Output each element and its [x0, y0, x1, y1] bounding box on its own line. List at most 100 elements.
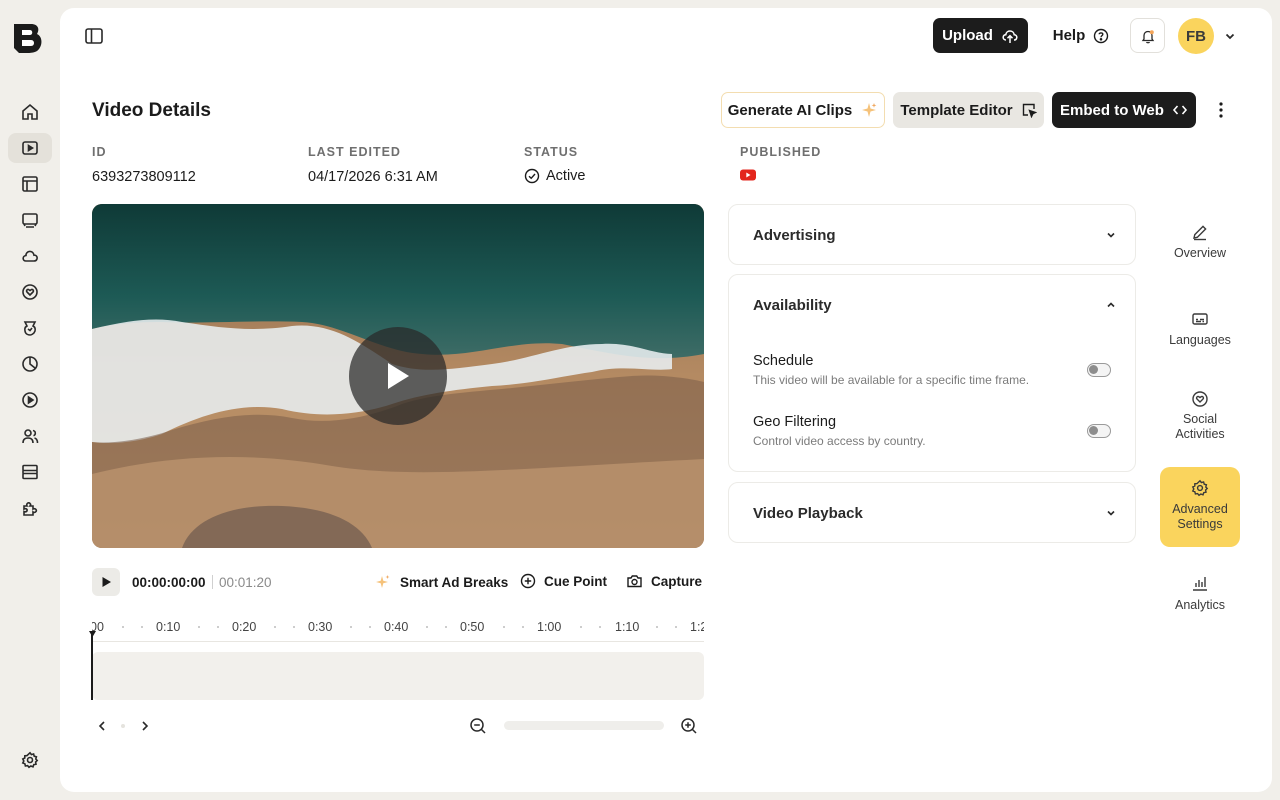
users-icon[interactable] [8, 421, 52, 451]
play-icon [388, 363, 409, 389]
capture-button[interactable]: Capture [626, 573, 702, 589]
upload-button-label: Upload [942, 27, 993, 44]
subtitles-icon [1191, 310, 1209, 328]
page-title: Video Details [92, 100, 211, 121]
timeline-baseline [92, 641, 704, 642]
puzzle-icon[interactable] [8, 493, 52, 523]
more-options-icon[interactable] [1212, 100, 1230, 120]
tab-advanced-label-line2: Settings [1177, 517, 1223, 531]
cue-point-button[interactable]: Cue Point [520, 573, 607, 589]
pie-chart-icon[interactable] [8, 349, 52, 379]
timeline-ruler[interactable]: 00 0:10 0:20 0:30 0:40 0:50 1:00 1:10 1:… [92, 619, 704, 641]
settings-icon[interactable] [8, 745, 52, 775]
videos-icon[interactable] [8, 133, 52, 163]
main-content: Upload Help FB Video Details Generate AI… [60, 8, 1272, 792]
sidebar-toggle-icon[interactable] [84, 26, 104, 46]
status-label: STATUS [524, 145, 579, 159]
notifications-button[interactable] [1130, 18, 1165, 53]
pencil-icon [1191, 223, 1209, 241]
smart-ad-breaks-button[interactable]: Smart Ad Breaks [374, 573, 508, 591]
gear-icon [1191, 479, 1209, 497]
template-editor-label: Template Editor [900, 101, 1013, 119]
heart-circle-icon [1191, 390, 1209, 408]
published-label: PUBLISHED [740, 145, 822, 159]
generate-ai-clips-button[interactable]: Generate AI Clips [721, 92, 885, 128]
schedule-toggle[interactable] [1087, 363, 1111, 377]
tab-analytics[interactable]: Analytics [1160, 574, 1240, 634]
plus-circle-icon [520, 573, 536, 589]
geo-filtering-toggle[interactable] [1087, 424, 1111, 438]
tab-social-activities[interactable]: Social Activities [1160, 390, 1240, 450]
home-icon[interactable] [8, 97, 52, 127]
help-button[interactable]: Help [1044, 18, 1118, 53]
badge-icon[interactable] [8, 313, 52, 343]
brand-logo-icon[interactable] [11, 22, 45, 56]
tab-advanced-label-line1: Advanced [1172, 502, 1228, 516]
time-divider [212, 575, 213, 589]
playhead[interactable] [91, 632, 93, 700]
upload-button[interactable]: Upload [933, 18, 1028, 53]
tab-social-label-line2: Activities [1175, 427, 1225, 441]
chevron-left-icon[interactable] [96, 719, 108, 733]
tab-languages[interactable]: Languages [1160, 310, 1240, 370]
advertising-title: Advertising [753, 227, 836, 244]
embed-to-web-label: Embed to Web [1060, 101, 1164, 119]
embed-to-web-button[interactable]: Embed to Web [1052, 92, 1196, 128]
monitor-icon[interactable] [8, 205, 52, 235]
duration-time: 00:01:20 [219, 575, 272, 590]
playhead-marker-icon [89, 631, 97, 639]
id-value: 6393273809112 [92, 169, 196, 185]
current-time: 00:00:00:00 [132, 575, 206, 590]
schedule-title: Schedule [753, 353, 814, 369]
advertising-panel[interactable]: Advertising [728, 204, 1136, 265]
schedule-description: This video will be available for a speci… [753, 373, 1030, 387]
capture-label: Capture [651, 573, 703, 589]
tab-analytics-label: Analytics [1174, 598, 1226, 612]
avatar[interactable]: FB [1178, 18, 1214, 54]
tab-overview-label: Overview [1173, 246, 1227, 260]
geo-filtering-description: Control video access by country. [753, 434, 926, 448]
last-edited-label: LAST EDITED [308, 145, 401, 159]
play-button[interactable] [92, 568, 120, 596]
chevron-down-icon[interactable] [1223, 29, 1237, 43]
status-value: Active [546, 168, 586, 184]
play-small-icon [102, 577, 111, 587]
id-label: ID [92, 145, 107, 159]
video-playback-title: Video Playback [753, 505, 863, 522]
left-rail [0, 0, 60, 800]
cloud-upload-icon [1001, 27, 1019, 45]
bar-chart-icon [1191, 574, 1209, 592]
geo-filtering-title: Geo Filtering [753, 414, 837, 430]
youtube-icon[interactable] [740, 169, 756, 181]
check-circle-icon [524, 168, 540, 184]
play-overlay-button[interactable] [349, 327, 447, 425]
tab-social-label-line1: Social [1182, 412, 1218, 426]
chevron-right-icon[interactable] [139, 719, 151, 733]
template-editor-button[interactable]: Template Editor [893, 92, 1044, 128]
zoom-slider[interactable] [504, 721, 664, 730]
video-player[interactable] [92, 204, 704, 548]
last-edited-value: 04/17/2026 6:31 AM [308, 169, 438, 185]
video-playback-panel[interactable]: Video Playback [728, 482, 1136, 543]
zoom-out-icon[interactable] [469, 717, 487, 735]
tab-overview[interactable]: Overview [1160, 220, 1240, 280]
sparkle-icon [376, 575, 390, 588]
play-circle-icon[interactable] [8, 385, 52, 415]
page-dot [121, 724, 125, 728]
timeline-track[interactable] [92, 652, 704, 700]
cue-point-label: Cue Point [544, 573, 607, 589]
tab-advanced-settings[interactable]: Advanced Settings [1160, 467, 1240, 547]
storage-icon[interactable] [8, 457, 52, 487]
availability-title[interactable]: Availability [753, 297, 832, 314]
chevron-up-icon[interactable] [1105, 299, 1117, 311]
heart-badge-icon[interactable] [8, 277, 52, 307]
cloud-icon[interactable] [8, 241, 52, 271]
status-badge: Active [524, 168, 586, 184]
smart-ad-breaks-label: Smart Ad Breaks [400, 574, 509, 590]
camera-icon [627, 575, 642, 588]
chevron-down-icon[interactable] [1105, 507, 1117, 519]
tab-languages-label: Languages [1169, 333, 1231, 347]
zoom-in-icon[interactable] [680, 717, 698, 735]
chevron-down-icon[interactable] [1105, 229, 1117, 241]
layout-icon[interactable] [8, 169, 52, 199]
